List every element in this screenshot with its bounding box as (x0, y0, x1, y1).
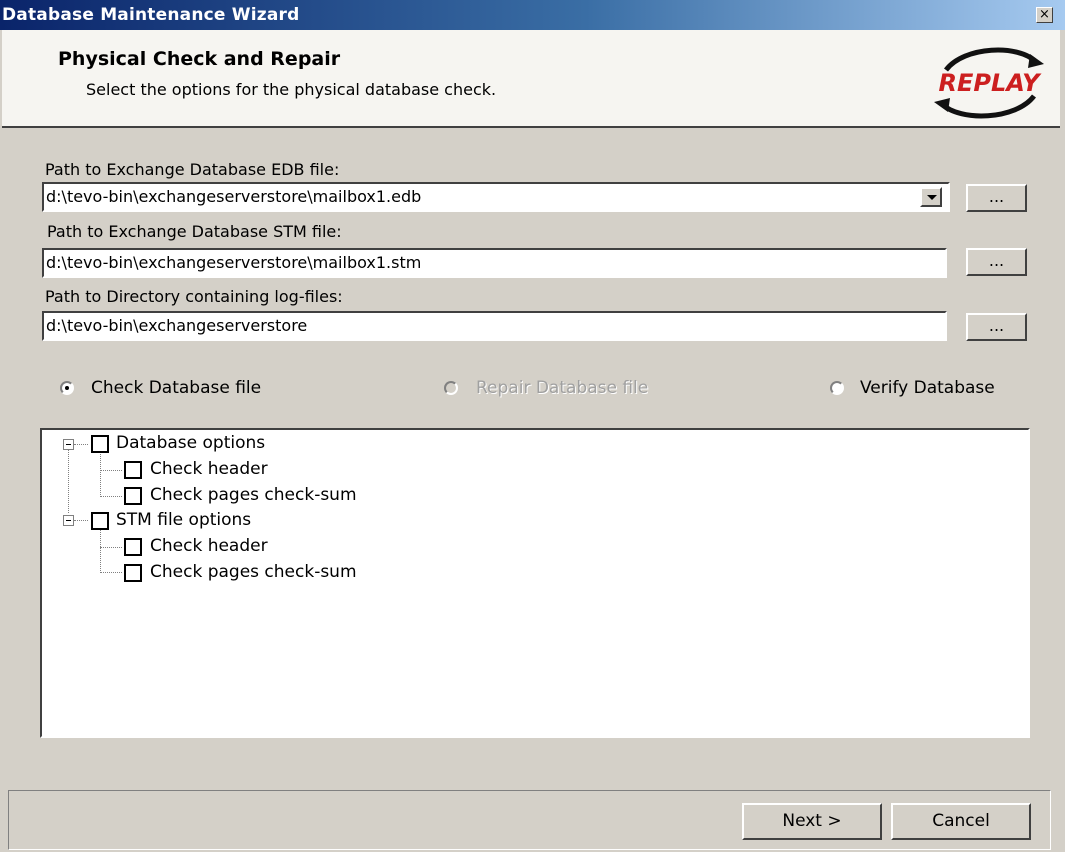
tree-connector (68, 446, 69, 513)
db-check-header-checkbox[interactable] (124, 461, 142, 479)
logs-path-value: d:\tevo-bin\exchangeserverstore (46, 316, 308, 335)
radio-verify-database-circle[interactable] (830, 381, 844, 395)
edb-path-label: Path to Exchange Database EDB file: (45, 160, 340, 179)
radio-repair-database-label: Repair Database file (476, 378, 649, 398)
stm-options-checkbox[interactable] (91, 512, 109, 530)
stm-check-pages-label[interactable]: Check pages check-sum (150, 562, 357, 582)
stm-browse-button[interactable]: ... (966, 248, 1027, 276)
stm-path-field[interactable]: d:\tevo-bin\exchangeserverstore\mailbox1… (42, 248, 947, 278)
cancel-button[interactable]: Cancel (891, 803, 1031, 840)
radio-verify-database-label[interactable]: Verify Database (860, 378, 995, 398)
next-button[interactable]: Next > (742, 803, 882, 840)
db-check-pages-label[interactable]: Check pages check-sum (150, 485, 357, 505)
options-tree[interactable]: Database options Check header Check page… (40, 428, 1030, 738)
logs-path-label: Path to Directory containing log-files: (45, 287, 343, 306)
edb-path-combobox[interactable]: d:\tevo-bin\exchangeserverstore\mailbox1… (42, 182, 950, 212)
stm-check-pages-checkbox[interactable] (124, 564, 142, 582)
tree-connector (100, 572, 122, 573)
stm-check-header-checkbox[interactable] (124, 538, 142, 556)
logo-text: REPLAY (939, 69, 1043, 97)
window-title: Database Maintenance Wizard (2, 5, 300, 25)
tree-connector (100, 528, 101, 573)
tree-connector (100, 452, 101, 497)
tree-connector (100, 547, 122, 548)
collapse-stm-options-icon[interactable] (63, 515, 74, 526)
stm-path-value: d:\tevo-bin\exchangeserverstore\mailbox1… (46, 253, 422, 272)
edb-browse-button[interactable]: ... (966, 184, 1027, 212)
radio-repair-database-circle (444, 381, 458, 395)
title-bar[interactable]: Database Maintenance Wizard × (0, 0, 1065, 30)
radio-check-database-circle[interactable] (60, 381, 74, 395)
tree-connector (100, 496, 122, 497)
logs-browse-button[interactable]: ... (966, 313, 1027, 341)
replay-logo: REPLAY (934, 47, 1044, 119)
wizard-header: Physical Check and Repair Select the opt… (2, 30, 1060, 128)
database-options-label[interactable]: Database options (116, 433, 265, 453)
collapse-database-options-icon[interactable] (63, 439, 74, 450)
tree-connector (100, 470, 122, 471)
tree-connector (74, 444, 88, 445)
edb-path-value: d:\tevo-bin\exchangeserverstore\mailbox1… (46, 187, 422, 206)
stm-path-label: Path to Exchange Database STM file: (47, 222, 342, 241)
close-button[interactable]: × (1036, 7, 1053, 23)
db-check-pages-checkbox[interactable] (124, 487, 142, 505)
stm-options-label[interactable]: STM file options (116, 510, 251, 530)
logs-path-field[interactable]: d:\tevo-bin\exchangeserverstore (42, 311, 947, 341)
tree-connector (74, 520, 88, 521)
db-check-header-label[interactable]: Check header (150, 459, 268, 479)
stm-check-header-label[interactable]: Check header (150, 536, 268, 556)
button-bar: Next > Cancel (8, 790, 1051, 850)
edb-dropdown-chevron-down-icon[interactable] (920, 187, 942, 207)
page-title: Physical Check and Repair (58, 48, 341, 70)
database-options-checkbox[interactable] (91, 435, 109, 453)
page-subtitle: Select the options for the physical data… (86, 80, 497, 99)
close-icon: × (1039, 7, 1050, 22)
wizard-window: Database Maintenance Wizard × Physical C… (0, 0, 1065, 852)
radio-check-database-label[interactable]: Check Database file (91, 378, 261, 398)
